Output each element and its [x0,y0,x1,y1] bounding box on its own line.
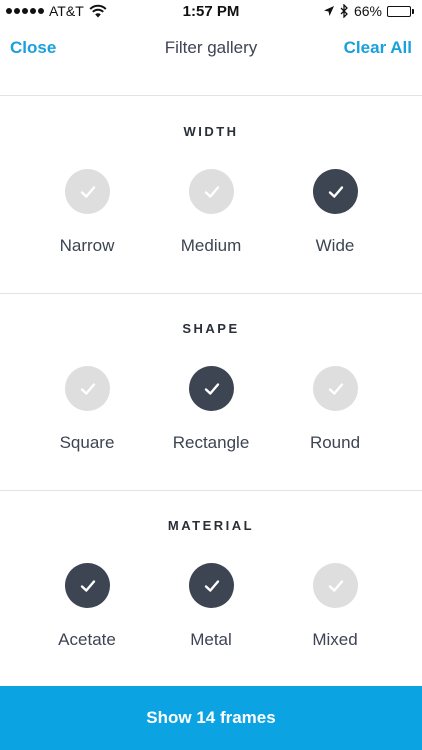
checkmark-icon [328,382,343,395]
clear-all-button[interactable]: Clear All [344,38,412,58]
check-circle[interactable] [313,563,358,608]
check-circle[interactable] [65,563,110,608]
checkmark-icon [80,382,95,395]
option-group: Narrow Medium Wide [0,169,422,269]
option-group: Acetate Metal Mixed [0,563,422,663]
status-bar: AT&T 1:57 PM 66% [0,0,422,24]
option-acetate[interactable]: Acetate [25,563,149,663]
filter-section-width: WIDTH Narrow Medium Wide [0,97,422,294]
option-label: Rectangle [172,433,250,452]
option-square[interactable]: Square [25,366,149,466]
checkmark-icon [328,579,343,592]
check-circle[interactable] [313,169,358,214]
option-medium[interactable]: Medium [149,169,273,269]
option-label: Wide [315,236,355,255]
section-title: SHAPE [182,321,240,336]
checkmark-icon [80,579,95,592]
check-circle[interactable] [65,366,110,411]
section-title: WIDTH [183,124,239,139]
option-mixed[interactable]: Mixed [273,563,397,663]
filter-section-material: MATERIAL Acetate Metal Mixed [0,491,422,688]
check-circle[interactable] [189,366,234,411]
location-arrow-icon [323,6,334,16]
checkmark-icon [328,185,343,198]
option-label: Medium [180,236,242,255]
option-rectangle[interactable]: Rectangle [149,366,273,466]
check-circle[interactable] [65,169,110,214]
option-metal[interactable]: Metal [149,563,273,663]
battery-icon [387,5,414,17]
filter-section-shape: SHAPE Square Rectangle Round [0,294,422,491]
checkmark-icon [204,185,219,198]
option-label: Round [309,433,361,452]
option-label: Narrow [59,236,115,255]
checkmark-icon [204,382,219,395]
battery-percent: 66% [353,3,382,19]
option-label: Mixed [312,630,358,649]
option-label: Acetate [58,630,116,649]
nav-bar: Close Filter gallery Clear All [0,24,422,96]
checkmark-icon [80,185,95,198]
status-bar-right: 66% [323,3,414,19]
option-narrow[interactable]: Narrow [25,169,149,269]
option-label: Square [59,433,115,452]
option-wide[interactable]: Wide [273,169,397,269]
show-frames-button[interactable]: Show 14 frames [0,686,422,750]
checkmark-icon [204,579,219,592]
check-circle[interactable] [313,366,358,411]
section-title: MATERIAL [167,518,255,533]
bluetooth-icon [340,4,348,18]
option-label: Metal [190,630,232,649]
filter-gallery-screen: AT&T 1:57 PM 66% Close Filter gallery Cl… [0,0,422,750]
option-round[interactable]: Round [273,366,397,466]
check-circle[interactable] [189,563,234,608]
check-circle[interactable] [189,169,234,214]
option-group: Square Rectangle Round [0,366,422,466]
